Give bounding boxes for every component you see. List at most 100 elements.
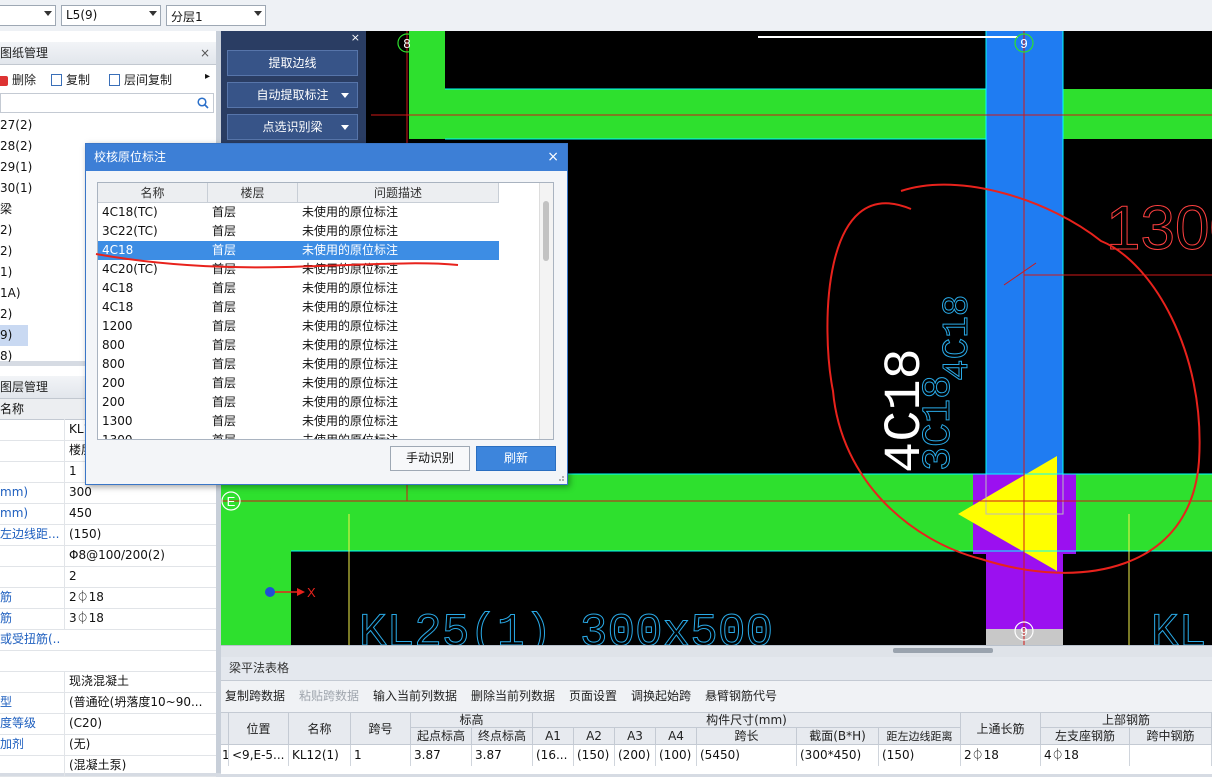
grid-row[interactable]: 1300 首层 未使用的原位标注 (98, 431, 499, 439)
grid-cell-floor: 首层 (212, 395, 237, 409)
property-row[interactable]: 左边线距... (150) (0, 524, 216, 546)
refresh-button[interactable]: 刷新 (476, 446, 556, 471)
drawing-list-item[interactable]: 9) (0, 325, 28, 346)
property-value[interactable]: 现浇混凝土 (64, 671, 219, 692)
cell-left-seat-bar[interactable]: 4⏀18 (1041, 745, 1130, 766)
cell-mid-span-bar[interactable] (1130, 745, 1212, 766)
label-kl25: KL25(1) 300x500 (359, 607, 773, 645)
copy-span-button[interactable]: 复制跨数据 (225, 687, 285, 704)
input-column-button[interactable]: 输入当前列数据 (373, 687, 457, 704)
cell-a1[interactable]: (16... (533, 745, 574, 766)
property-value[interactable]: 3⏀18 (64, 608, 219, 629)
property-value[interactable]: (150) (64, 524, 219, 545)
property-row[interactable]: 2 (0, 566, 216, 588)
ucs-y-label: Y (265, 566, 273, 578)
property-row[interactable]: mm) 300 (0, 482, 216, 504)
copy-label: 复制 (66, 73, 91, 87)
cell-a3[interactable]: (200) (615, 745, 656, 766)
floor-copy-button[interactable]: 层间复制 (109, 71, 172, 88)
property-row[interactable]: 筋 3⏀18 (0, 608, 216, 630)
close-icon[interactable]: × (351, 31, 360, 44)
more-arrow-icon[interactable]: ▸ (205, 71, 210, 82)
cell-span[interactable]: 1 (351, 745, 411, 766)
grid-row[interactable]: 4C18 首层 未使用的原位标注 (98, 298, 499, 317)
cell-span-length[interactable]: (5450) (697, 745, 797, 766)
grid-scrollbar[interactable] (539, 183, 553, 439)
cell-position[interactable]: <9,E-5... (229, 745, 289, 766)
cantilever-code-button[interactable]: 悬臂钢筋代号 (705, 687, 777, 704)
grid-cell-floor: 首层 (212, 338, 237, 352)
cell-section[interactable]: (300*450) (797, 745, 879, 766)
property-row[interactable]: 现浇混凝土 (0, 671, 216, 693)
grid-header-name[interactable]: 名称 (98, 183, 208, 203)
property-row[interactable]: mm) 450 (0, 503, 216, 525)
grid-row[interactable]: 1200 首层 未使用的原位标注 (98, 317, 499, 336)
grid-row[interactable]: 800 首层 未使用的原位标注 (98, 355, 499, 374)
grid-scroll-thumb[interactable] (543, 201, 549, 261)
dialog-titlebar[interactable]: 校核原位标注 × (86, 144, 567, 171)
property-row[interactable]: 筋 2⏀18 (0, 587, 216, 609)
grid-row[interactable]: 4C18(TC) 首层 未使用的原位标注 (98, 203, 499, 222)
close-icon[interactable]: × (200, 42, 210, 64)
property-value[interactable]: 2 (64, 566, 219, 587)
grid-cell-desc: 未使用的原位标注 (302, 205, 399, 219)
cell-name[interactable]: KL12(1) (289, 745, 351, 766)
property-row[interactable]: 或受扭筋(... (0, 629, 216, 651)
drawing-panel-title: 图纸管理 (0, 46, 49, 60)
drawing-list-item[interactable]: 27(2) (0, 115, 208, 136)
property-value[interactable]: Φ8@100/200(2) (64, 545, 219, 566)
property-name: 型 (0, 695, 13, 709)
col-elevation: 标高 (411, 713, 533, 728)
delete-button[interactable]: 删除 (0, 71, 36, 88)
cell-edge-distance[interactable]: (150) (879, 745, 961, 766)
resize-grip-icon[interactable] (557, 474, 565, 482)
property-row[interactable]: 型 (普通砼(坍落度10~90... (0, 692, 216, 714)
swap-span-button[interactable]: 调换起始跨 (631, 687, 691, 704)
close-icon[interactable]: × (547, 144, 559, 171)
property-value[interactable]: (普通砼(坍落度10~90... (64, 692, 219, 713)
property-row[interactable] (0, 650, 216, 672)
property-value[interactable]: 300 (64, 482, 219, 503)
grid-row[interactable]: 200 首层 未使用的原位标注 (98, 393, 499, 412)
layer-select[interactable]: L5(9) (61, 5, 161, 26)
property-name: mm) (0, 485, 29, 499)
beam-table-title: 梁平法表格 (229, 661, 290, 675)
property-row[interactable]: (混凝土泵) (0, 755, 216, 777)
grid-header-floor[interactable]: 楼层 (208, 183, 298, 203)
grid-header-desc[interactable]: 问题描述 (298, 183, 499, 203)
sublayer-select[interactable]: 分层1 (166, 5, 266, 26)
property-row[interactable]: 加剂 (无) (0, 734, 216, 756)
property-row[interactable]: 度等级 (C20) (0, 713, 216, 735)
property-value[interactable]: 2⏀18 (64, 587, 219, 608)
property-row[interactable]: Φ8@100/200(2) (0, 545, 216, 567)
cell-elev-end[interactable]: 3.87 (472, 745, 533, 766)
grid-row[interactable]: 1300 首层 未使用的原位标注 (98, 412, 499, 431)
cell-a4[interactable]: (100) (656, 745, 697, 766)
cell-a2[interactable]: (150) (574, 745, 615, 766)
manual-recognize-button[interactable]: 手动识别 (390, 446, 470, 471)
paste-span-button[interactable]: 粘贴跨数据 (299, 687, 359, 704)
property-name-header: 名称 (0, 402, 25, 416)
dialog-title: 校核原位标注 (94, 150, 167, 164)
chevron-down-icon (44, 11, 52, 16)
grid-row[interactable]: 200 首层 未使用的原位标注 (98, 374, 499, 393)
property-value[interactable]: 450 (64, 503, 219, 524)
grid-row[interactable]: 800 首层 未使用的原位标注 (98, 336, 499, 355)
extract-edges-button[interactable]: 提取边线 (227, 50, 358, 76)
cell-top-long-bar[interactable]: 2⏀18 (961, 745, 1041, 766)
page-setup-button[interactable]: 页面设置 (569, 687, 617, 704)
cell-elev-start[interactable]: 3.87 (411, 745, 472, 766)
pick-beam-button[interactable]: 点选识别梁 (227, 114, 358, 140)
search-input[interactable] (0, 93, 214, 113)
auto-extract-button[interactable]: 自动提取标注 (227, 82, 358, 108)
col-span-length: 跨长 (697, 728, 797, 745)
grid-cell-floor: 首层 (212, 414, 237, 428)
property-value[interactable]: (C20) (64, 713, 219, 734)
floor-select[interactable] (0, 5, 56, 26)
property-value[interactable]: (无) (64, 734, 219, 755)
grid-cell-name: 200 (102, 376, 125, 390)
grid-row[interactable]: 4C18 首层 未使用的原位标注 (98, 279, 499, 298)
copy-button[interactable]: 复制 (51, 71, 90, 88)
delete-column-button[interactable]: 删除当前列数据 (471, 687, 555, 704)
bottom-splitter[interactable] (221, 645, 1212, 657)
